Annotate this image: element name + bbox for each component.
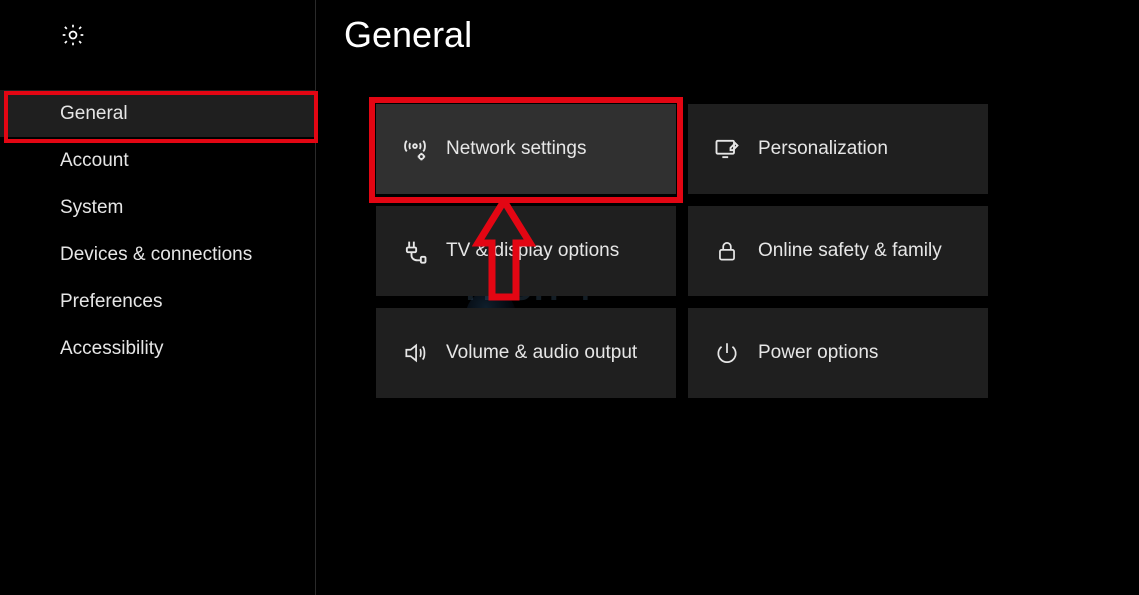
personalize-icon xyxy=(712,134,742,164)
tile-label: TV & display options xyxy=(446,240,619,262)
sidebar-item-general[interactable]: General xyxy=(0,90,316,137)
tile-label: Network settings xyxy=(446,138,586,160)
tile-power-options[interactable]: Power options xyxy=(688,308,988,398)
cable-icon xyxy=(400,236,430,266)
sidebar-item-label: System xyxy=(60,197,123,219)
sidebar-list: General Account System Devices & connect… xyxy=(0,90,316,372)
sidebar-item-label: Accessibility xyxy=(60,338,163,360)
tile-label: Volume & audio output xyxy=(446,342,637,364)
sidebar: General Account System Devices & connect… xyxy=(0,0,316,595)
page-title: General xyxy=(344,14,472,56)
tile-label: Online safety & family xyxy=(758,240,942,262)
lock-icon xyxy=(712,236,742,266)
sidebar-item-account[interactable]: Account xyxy=(0,137,316,184)
power-icon xyxy=(712,338,742,368)
tile-online-safety[interactable]: Online safety & family xyxy=(688,206,988,296)
tile-personalization[interactable]: Personalization xyxy=(688,104,988,194)
sidebar-item-devices[interactable]: Devices & connections xyxy=(0,231,316,278)
tile-tv-display[interactable]: TV & display options xyxy=(376,206,676,296)
sidebar-item-label: General xyxy=(60,103,128,125)
sidebar-item-label: Devices & connections xyxy=(60,244,252,266)
gear-icon xyxy=(60,22,86,53)
sidebar-item-preferences[interactable]: Preferences xyxy=(0,278,316,325)
tile-label: Power options xyxy=(758,342,878,364)
tile-network-settings[interactable]: Network settings xyxy=(376,104,676,194)
antenna-gear-icon xyxy=(400,134,430,164)
tile-volume-audio[interactable]: Volume & audio output xyxy=(376,308,676,398)
speaker-icon xyxy=(400,338,430,368)
tile-label: Personalization xyxy=(758,138,888,160)
sidebar-item-label: Preferences xyxy=(60,291,162,313)
tiles-grid: Network settings Personalization TV & di… xyxy=(376,104,990,398)
sidebar-item-label: Account xyxy=(60,150,129,172)
sidebar-item-accessibility[interactable]: Accessibility xyxy=(0,325,316,372)
sidebar-item-system[interactable]: System xyxy=(0,184,316,231)
